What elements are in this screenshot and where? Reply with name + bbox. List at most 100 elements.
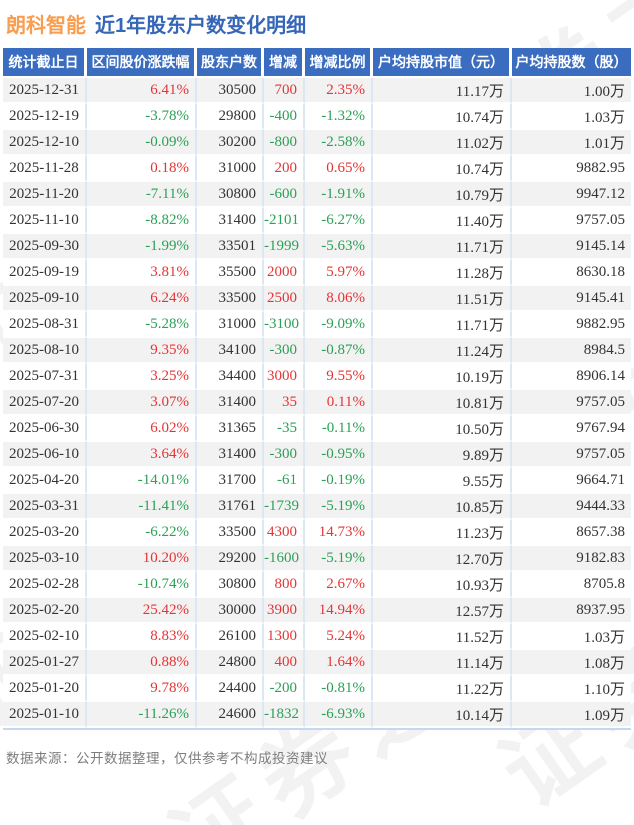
cell-holders: 26100 (197, 624, 264, 650)
cell-avg-shares: 1.01万 (512, 130, 631, 156)
cell-delta-pct: 14.73% (305, 520, 373, 546)
cell-date: 2025-01-10 (3, 702, 87, 728)
cell-avg-value: 11.22万 (373, 676, 512, 702)
cell-delta: 3000 (264, 364, 305, 390)
cell-avg-shares: 8630.18 (512, 260, 631, 286)
cell-avg-value: 11.14万 (373, 650, 512, 676)
cell-holders: 29800 (197, 104, 264, 130)
cell-avg-value: 11.52万 (373, 624, 512, 650)
cell-delta: 1300 (264, 624, 305, 650)
cell-delta-pct: 5.97% (305, 260, 373, 286)
table-row: 2025-03-31 -11.41% 31761 -1739 -5.19% 10… (3, 494, 631, 520)
cell-delta: -2101 (264, 208, 305, 234)
table-row: 2025-02-28 -10.74% 30800 800 2.67% 10.93… (3, 572, 631, 598)
table-row: 2025-07-31 3.25% 34400 3000 9.55% 10.19万… (3, 364, 631, 390)
cell-price-change: -11.26% (87, 702, 197, 728)
cell-holders: 31761 (197, 494, 264, 520)
cell-delta: -1832 (264, 702, 305, 728)
cell-avg-value: 10.79万 (373, 182, 512, 208)
cell-delta: -600 (264, 182, 305, 208)
cell-holders: 30000 (197, 598, 264, 624)
cell-delta-pct: 9.55% (305, 364, 373, 390)
table-row: 2025-03-10 10.20% 29200 -1600 -5.19% 12.… (3, 546, 631, 572)
cell-date: 2025-03-20 (3, 520, 87, 546)
cell-avg-shares: 9757.05 (512, 390, 631, 416)
table-header-row: 统计截止日 区间股价涨跌幅 股东户数 增减 增减比例 户均持股市值（元） 户均持… (3, 48, 631, 78)
cell-date: 2025-12-31 (3, 78, 87, 104)
cell-price-change: -3.78% (87, 104, 197, 130)
cell-delta-pct: -6.93% (305, 702, 373, 728)
cell-price-change: 3.25% (87, 364, 197, 390)
cell-avg-shares: 9882.95 (512, 312, 631, 338)
cell-price-change: -11.41% (87, 494, 197, 520)
table-row: 2025-09-19 3.81% 35500 2000 5.97% 11.28万… (3, 260, 631, 286)
cell-delta-pct: 5.24% (305, 624, 373, 650)
cell-price-change: 0.18% (87, 156, 197, 182)
cell-delta: 400 (264, 650, 305, 676)
cell-holders: 30200 (197, 130, 264, 156)
cell-avg-value: 11.24万 (373, 338, 512, 364)
cell-delta: -1600 (264, 546, 305, 572)
table-row: 2025-02-10 8.83% 26100 1300 5.24% 11.52万… (3, 624, 631, 650)
cell-delta-pct: 0.65% (305, 156, 373, 182)
cell-delta-pct: 2.35% (305, 78, 373, 104)
shareholder-table: 统计截止日 区间股价涨跌幅 股东户数 增减 增减比例 户均持股市值（元） 户均持… (3, 48, 631, 728)
cell-delta-pct: 0.11% (305, 390, 373, 416)
cell-delta: -61 (264, 468, 305, 494)
cell-delta-pct: -5.19% (305, 546, 373, 572)
table-row: 2025-03-20 -6.22% 33500 4300 14.73% 11.2… (3, 520, 631, 546)
table-row: 2025-12-19 -3.78% 29800 -400 -1.32% 10.7… (3, 104, 631, 130)
col-header-price-change: 区间股价涨跌幅 (87, 48, 197, 78)
cell-delta-pct: -0.11% (305, 416, 373, 442)
cell-date: 2025-01-27 (3, 650, 87, 676)
cell-avg-value: 9.55万 (373, 468, 512, 494)
table-row: 2025-12-31 6.41% 30500 700 2.35% 11.17万 … (3, 78, 631, 104)
cell-date: 2025-06-30 (3, 416, 87, 442)
cell-delta: 2000 (264, 260, 305, 286)
cell-holders: 35500 (197, 260, 264, 286)
cell-price-change: 10.20% (87, 546, 197, 572)
cell-price-change: -1.99% (87, 234, 197, 260)
cell-date: 2025-09-19 (3, 260, 87, 286)
cell-delta-pct: 1.64% (305, 650, 373, 676)
cell-holders: 30800 (197, 182, 264, 208)
cell-date: 2025-12-19 (3, 104, 87, 130)
cell-holders: 33500 (197, 520, 264, 546)
col-header-delta: 增减 (264, 48, 305, 78)
cell-holders: 31400 (197, 208, 264, 234)
table-row: 2025-08-31 -5.28% 31000 -3100 -9.09% 11.… (3, 312, 631, 338)
cell-holders: 30800 (197, 572, 264, 598)
cell-avg-value: 10.19万 (373, 364, 512, 390)
cell-avg-shares: 9444.33 (512, 494, 631, 520)
cell-delta: -300 (264, 338, 305, 364)
report-page: 证券之星 证券之星 证券之星 证券之星 证券之星 证券之星 证券之星 朗科智能近… (0, 0, 634, 825)
data-source-note: 数据来源：公开数据整理，仅供参考不构成投资建议 (6, 751, 328, 766)
cell-delta: -1999 (264, 234, 305, 260)
cell-holders: 31700 (197, 468, 264, 494)
cell-price-change: 6.41% (87, 78, 197, 104)
cell-delta-pct: -1.32% (305, 104, 373, 130)
stock-name: 朗科智能 (6, 15, 86, 37)
cell-delta: -3100 (264, 312, 305, 338)
cell-avg-value: 11.02万 (373, 130, 512, 156)
cell-date: 2025-11-10 (3, 208, 87, 234)
cell-holders: 33501 (197, 234, 264, 260)
cell-avg-value: 10.85万 (373, 494, 512, 520)
cell-avg-shares: 9757.05 (512, 442, 631, 468)
cell-avg-shares: 8937.95 (512, 598, 631, 624)
cell-delta-pct: -0.95% (305, 442, 373, 468)
cell-avg-value: 11.23万 (373, 520, 512, 546)
cell-delta: 2500 (264, 286, 305, 312)
cell-avg-shares: 8984.5 (512, 338, 631, 364)
cell-avg-shares: 1.03万 (512, 624, 631, 650)
cell-avg-value: 12.70万 (373, 546, 512, 572)
table-row: 2025-12-10 -0.09% 30200 -800 -2.58% 11.0… (3, 130, 631, 156)
table-body: 2025-12-31 6.41% 30500 700 2.35% 11.17万 … (3, 78, 631, 728)
cell-delta: -400 (264, 104, 305, 130)
cell-holders: 34400 (197, 364, 264, 390)
table-row: 2025-06-10 3.64% 31400 -300 -0.95% 9.89万… (3, 442, 631, 468)
page-title: 朗科智能 近1年股东户数变化明细 (0, 0, 634, 48)
cell-delta: 800 (264, 572, 305, 598)
cell-avg-shares: 9947.12 (512, 182, 631, 208)
cell-avg-shares: 1.10万 (512, 676, 631, 702)
